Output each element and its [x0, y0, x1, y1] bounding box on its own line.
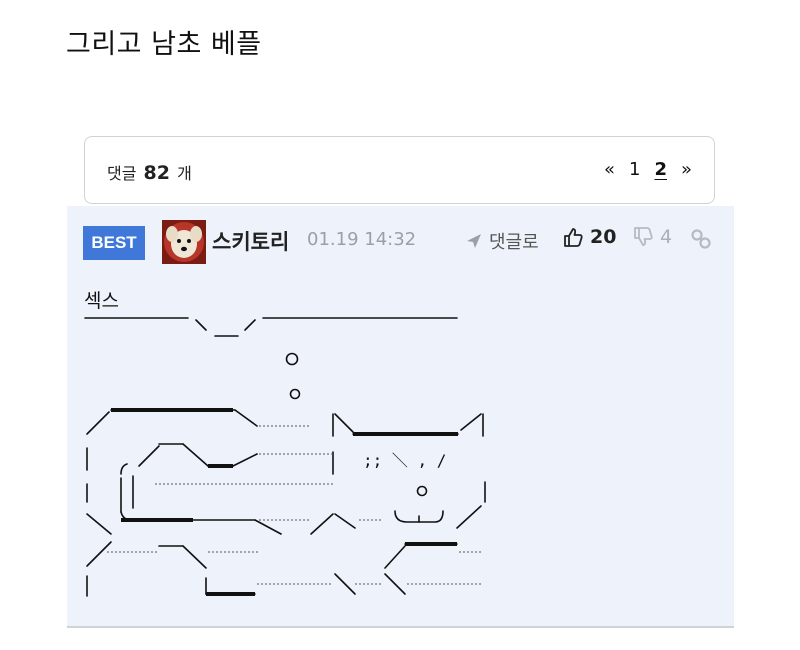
pagination-page-1[interactable]: 1: [629, 159, 640, 180]
reply-button[interactable]: 댓글로: [465, 228, 539, 254]
comment-count: 82: [143, 162, 170, 184]
like-count: 20: [590, 226, 617, 248]
comment-author[interactable]: 스키토리: [212, 226, 289, 256]
dislike-button[interactable]: 4: [632, 226, 672, 248]
comment-timestamp: 01.19 14:32: [307, 229, 417, 250]
reply-label: 댓글로: [489, 232, 539, 253]
link-icon[interactable]: [690, 228, 712, 250]
best-comment: BEST 스키토리 01.19 14:32 댓글로 20 4 섹스 ;; ＼ ,…: [67, 206, 734, 628]
post-title: 그리고 남초 베플: [66, 29, 262, 60]
like-button[interactable]: 20: [562, 226, 616, 248]
dislike-count: 4: [660, 226, 673, 248]
comment-label-prefix: 댓글: [107, 164, 137, 183]
pagination-next-button[interactable]: »: [681, 159, 692, 180]
thumbs-up-icon: [564, 228, 583, 247]
pagination-page-2[interactable]: 2: [654, 159, 667, 180]
ascii-art-cat: ;; ＼ , /: [84, 317, 486, 597]
pagination: « 1 2 »: [604, 159, 692, 180]
comment-label-suffix: 개: [177, 164, 192, 183]
best-badge: BEST: [83, 226, 145, 260]
comment-count-bar: 댓글 82 개 « 1 2 »: [84, 136, 715, 204]
thumbs-down-icon: [634, 227, 653, 246]
pagination-prev-button[interactable]: «: [604, 159, 615, 180]
comment-count-label: 댓글 82 개: [107, 160, 192, 184]
send-arrow-icon: [467, 234, 481, 248]
avatar[interactable]: [162, 220, 206, 264]
svg-text:;; ＼ , /: ;; ＼ , /: [363, 451, 446, 470]
